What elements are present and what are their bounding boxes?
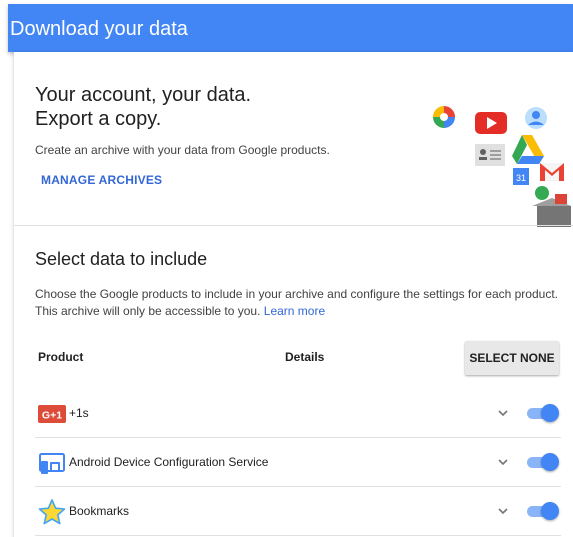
main-card: Your account, your data. Export a copy. … [14,52,573,537]
product-toggle[interactable] [525,403,559,423]
product-label: Bookmarks [69,504,130,518]
hero-description: Create an archive with your data from Go… [35,143,330,157]
row-divider [35,535,561,536]
hero-title-line2: Export a copy. [35,108,162,130]
product-label: +1s [69,406,89,420]
toggle-thumb [541,453,559,471]
chevron-down-icon[interactable] [496,406,510,420]
chevron-down-icon[interactable] [496,504,510,518]
contacts-card-icon [475,144,505,166]
calendar-number: 31 [516,173,526,183]
star-icon [38,499,66,525]
photos-icon [433,106,455,128]
product-row-plus-ones: G+1 +1s [35,389,561,438]
select-data-title: Select data to include [35,249,208,269]
manage-archives-link[interactable]: MANAGE ARCHIVES [41,173,162,187]
product-toggle[interactable] [525,501,559,521]
contacts-avatar-icon [525,107,547,129]
gmail-icon [540,163,564,181]
page-title: Download your data [10,18,188,40]
product-label: Android Device Configuration Service [69,455,269,469]
product-row-android-device: Android Device Configuration Service [35,438,561,487]
select-data-description-line2: This archive will only be accessible to … [35,304,325,318]
youtube-icon [475,112,507,134]
chevron-down-icon[interactable] [496,455,510,469]
android-device-icon [39,453,65,474]
product-toggle[interactable] [525,452,559,472]
column-header-product: Product [38,350,84,364]
column-header-details: Details [285,350,325,364]
hangouts-icon [535,186,549,200]
product-row-bookmarks: Bookmarks [35,487,561,536]
calendar-icon: 31 [513,168,529,185]
archive-box-icon [532,194,571,227]
learn-more-link[interactable]: Learn more [264,304,325,318]
google-products-collage: 31 [433,106,571,227]
toggle-thumb [541,404,559,422]
select-data-description-text: This archive will only be accessible to … [35,304,261,318]
toggle-thumb [541,502,559,520]
hero-title-line1: Your account, your data. [35,84,252,106]
drive-icon [512,135,544,164]
select-data-description-line1: Choose the Google products to include in… [35,287,558,301]
google-plus-one-icon-text: G+1 [42,410,62,422]
app-bar: Download your data [8,4,573,52]
select-none-button[interactable]: SELECT NONE [465,341,559,375]
google-plus-one-icon: G+1 [38,405,66,423]
section-divider [14,225,573,226]
